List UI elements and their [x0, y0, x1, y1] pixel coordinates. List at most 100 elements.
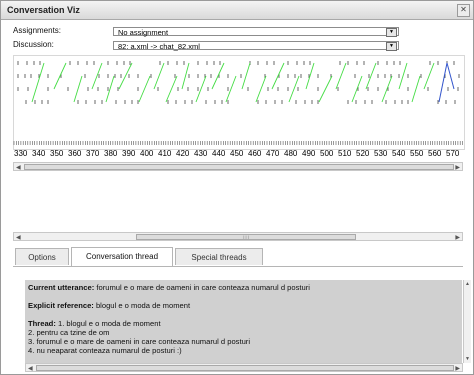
axis-tick-label: 570	[446, 149, 460, 158]
timeline-horizontal-scrollbar[interactable]: ◀ ▶	[13, 162, 463, 171]
explicit-reference-line: Explicit reference: blogul e o moda de m…	[28, 301, 190, 310]
axis-tick-label: 450	[230, 149, 244, 158]
reference-link	[351, 75, 363, 103]
reference-link	[138, 75, 151, 103]
explicit-reference-text: blogul e o moda de moment	[93, 301, 191, 310]
close-icon[interactable]: ✕	[457, 4, 470, 17]
reference-link	[181, 62, 190, 90]
thread-label: Thread:	[28, 319, 56, 328]
tab-conversation-thread[interactable]: Conversation thread	[71, 247, 173, 266]
reference-link	[31, 62, 45, 103]
conversation-viz-window: Conversation Viz ✕ Assignments: No assig…	[0, 0, 474, 375]
scrollbar-thumb[interactable]	[36, 365, 454, 371]
reference-link	[105, 75, 115, 103]
timeline-ticks	[13, 141, 463, 145]
reference-link	[53, 62, 67, 90]
scroll-left-icon[interactable]: ◀	[16, 164, 21, 171]
assignments-value: No assignment	[118, 28, 169, 37]
axis-tick-label: 520	[356, 149, 370, 158]
reference-link	[153, 62, 165, 90]
current-utterance-line: Current utterance: forumul e o mare de o…	[28, 283, 310, 292]
axis-tick-label: 370	[86, 149, 100, 158]
axis-tick-label: 440	[212, 149, 226, 158]
title-bar[interactable]: Conversation Viz ✕	[1, 1, 473, 20]
assignments-label: Assignments:	[13, 26, 62, 35]
conversation-graph[interactable]	[13, 55, 465, 150]
axis-tick-label: 470	[266, 149, 280, 158]
axis-tick-label: 400	[140, 149, 154, 158]
axis-tick-label: 540	[392, 149, 406, 158]
window-title: Conversation Viz	[7, 5, 80, 15]
axis-tick-label: 530	[374, 149, 388, 158]
axis-tick-label: 330	[14, 149, 28, 158]
reference-link	[165, 75, 178, 103]
axis-tick-label: 480	[284, 149, 298, 158]
axis-tick-label: 550	[410, 149, 424, 158]
scrollbar-thumb[interactable]	[24, 164, 454, 170]
thread-first-item: 1. blogul e o moda de moment	[55, 319, 161, 328]
thread-horizontal-scrollbar[interactable]: ◀ ▶	[25, 363, 463, 372]
reference-link	[305, 62, 315, 90]
reference-link	[73, 75, 83, 103]
reference-link	[365, 62, 377, 90]
axis-tick-label: 460	[248, 149, 262, 158]
scroll-right-icon[interactable]: ▶	[455, 365, 460, 372]
reference-link	[241, 62, 251, 90]
scroll-down-icon[interactable]: ▼	[465, 356, 470, 362]
grip-icon[interactable]: | | |	[136, 234, 356, 240]
reference-link	[195, 75, 207, 103]
axis-tick-label: 560	[428, 149, 442, 158]
discussion-label: Discussion:	[13, 40, 54, 49]
scroll-up-icon[interactable]: ▲	[465, 281, 470, 287]
discussion-value: 82: a.xml -> chat_82.xml	[118, 42, 200, 51]
axis-tick-label: 490	[302, 149, 316, 158]
axis-tick-label: 350	[50, 149, 64, 158]
reference-link	[91, 62, 103, 90]
current-utterance-label: Current utterance:	[28, 283, 95, 292]
reference-link	[411, 75, 421, 103]
reference-link	[398, 62, 408, 90]
axis-tick-label: 410	[158, 149, 172, 158]
discussion-select[interactable]: 82: a.xml -> chat_82.xml ▼	[113, 41, 399, 51]
thread-vertical-scrollbar[interactable]: ▲ ▼	[463, 280, 471, 363]
timeline-axis: 330 340 350 360 370 380 390 400 410 420 430 440 450 4…	[13, 149, 463, 161]
scroll-left-icon[interactable]: ◀	[16, 234, 21, 241]
highlighted-link	[438, 62, 448, 103]
axis-tick-label: 500	[320, 149, 334, 158]
reference-link	[255, 75, 267, 103]
thread-item: 4. nu neaparat conteaza numarul de postu…	[28, 346, 182, 355]
utterance-dots	[17, 61, 460, 104]
axis-tick-label: 390	[122, 149, 136, 158]
reference-link	[211, 62, 225, 90]
reference-link	[288, 75, 300, 103]
scroll-left-icon[interactable]: ◀	[28, 365, 33, 372]
highlighted-link	[446, 62, 455, 90]
dropdown-arrow-icon[interactable]: ▼	[386, 28, 397, 37]
tab-options[interactable]: Options	[15, 248, 69, 265]
scroll-right-icon[interactable]: ▶	[455, 164, 460, 171]
scroll-right-icon[interactable]: ▶	[455, 234, 460, 241]
reference-link	[423, 62, 435, 90]
axis-tick-label: 380	[104, 149, 118, 158]
conversation-thread-panel: Current utterance: forumul e o mare de o…	[25, 280, 462, 363]
thread-item: 2. pentru ca tzine de om	[28, 328, 110, 337]
axis-tick-label: 510	[338, 149, 352, 158]
reference-link	[335, 62, 347, 90]
tab-special-threads[interactable]: Special threads	[175, 248, 263, 265]
reference-link	[318, 75, 333, 103]
axis-tick-label: 420	[176, 149, 190, 158]
reference-link	[271, 62, 285, 90]
dropdown-arrow-icon[interactable]: ▼	[386, 42, 397, 51]
axis-tick-label: 360	[68, 149, 82, 158]
reference-link	[225, 75, 237, 103]
assignments-select[interactable]: No assignment ▼	[113, 27, 399, 37]
viz-horizontal-scrollbar[interactable]: ◀ | | | ▶	[13, 232, 463, 241]
thread-line: Thread: 1. blogul e o moda de moment	[28, 319, 161, 328]
axis-tick-label: 430	[194, 149, 208, 158]
thread-item: 3. forumul e o mare de oameni in care co…	[28, 337, 251, 346]
tab-bar: Options Conversation thread Special thre…	[13, 246, 463, 267]
axis-tick-label: 340	[32, 149, 46, 158]
reference-link	[381, 75, 393, 103]
current-utterance-text: forumul e o mare de oameni in care conte…	[94, 283, 310, 292]
explicit-reference-label: Explicit reference:	[28, 301, 94, 310]
